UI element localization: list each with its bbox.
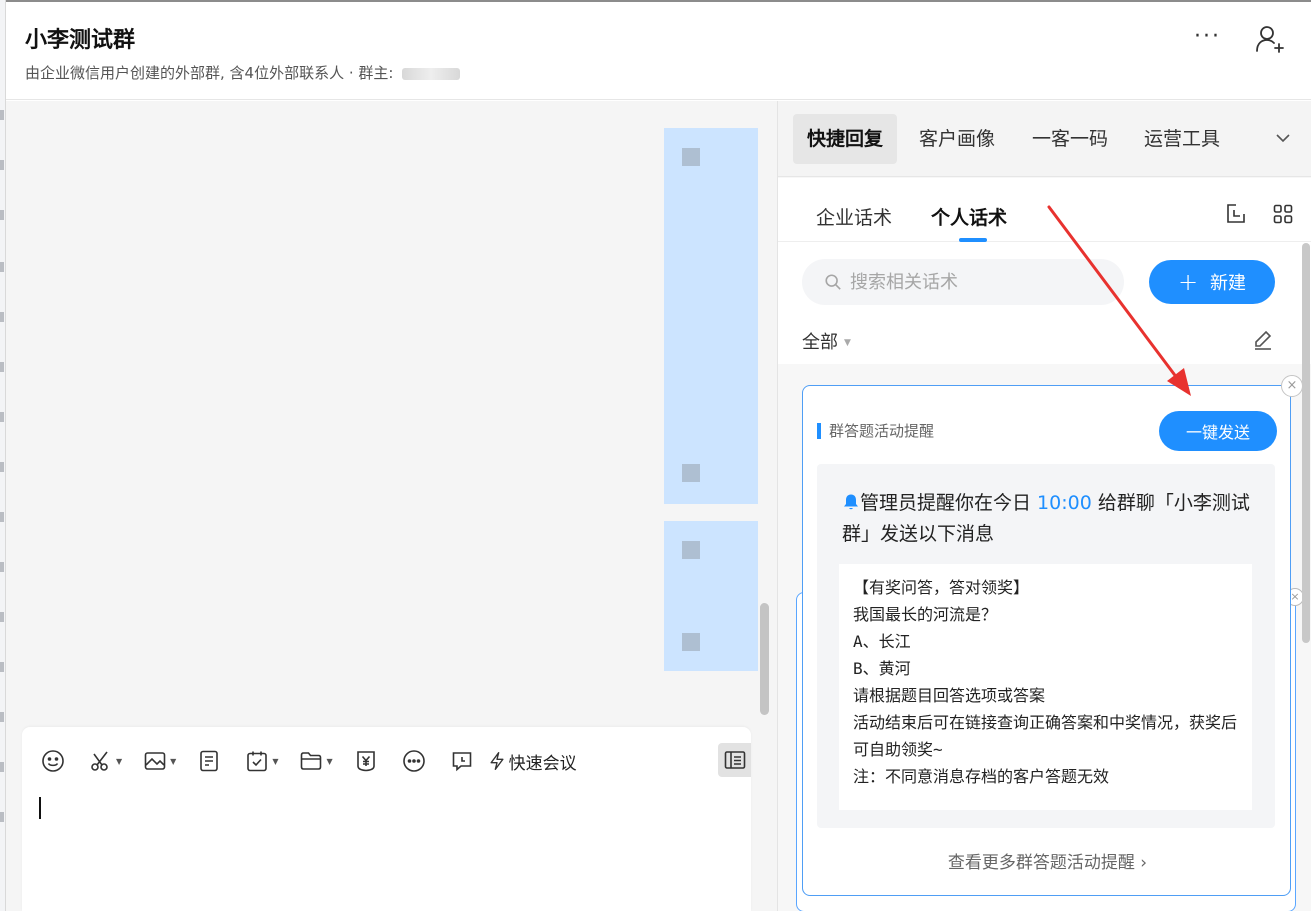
folder-dropdown-icon[interactable]: ▼ [326, 757, 332, 766]
script-card[interactable]: × 群答题活动提醒 一键发送 管理员提醒你在今日 10:00 给群聊「小李测试群… [802, 375, 1303, 896]
add-member-icon[interactable] [1254, 24, 1288, 54]
search-icon [825, 274, 841, 290]
composer-toolbar: ▼ ▼ ▼ ▼ 快速会议 [40, 747, 577, 775]
plus-icon: + [1177, 268, 1199, 296]
one-click-send-button[interactable]: 一键发送 [1159, 411, 1277, 451]
tab-operation-tools[interactable]: 运营工具 [1130, 114, 1234, 164]
screenshot-scissors-icon[interactable] [88, 748, 114, 774]
close-icon[interactable]: × [1281, 375, 1303, 397]
quick-meeting-button[interactable]: 快速会议 [487, 749, 577, 774]
export-icon[interactable] [1224, 202, 1248, 226]
chat-scrollbar[interactable] [760, 603, 769, 715]
tab-company-scripts[interactable]: 企业话术 [816, 203, 892, 230]
tab-customer-profile[interactable]: 客户画像 [905, 114, 1009, 164]
view-more-reminders-link[interactable]: 查看更多群答题活动提醒 › [803, 848, 1292, 873]
edit-pencil-icon[interactable] [1252, 328, 1274, 350]
payment-icon[interactable] [353, 748, 379, 774]
panel-top-tabs: 快捷回复 客户画像 一客一码 运营工具 [778, 101, 1311, 177]
group-title: 小李测试群 [25, 28, 136, 53]
image-icon[interactable] [142, 748, 168, 774]
chat-header: 小李测试群 由企业微信用户创建的外部群, 含4位外部联系人 · 群主: ··· [6, 0, 1311, 100]
more-options-button[interactable]: ··· [1194, 24, 1221, 49]
message-preview: 【有奖问答，答对领奖】 我国最长的河流是？ A、长江 B、黄河 请根据题目回答选… [839, 564, 1252, 810]
sidebar-panel-icon[interactable] [718, 743, 751, 777]
folder-icon[interactable] [298, 748, 324, 774]
right-side-panel: 快捷回复 客户画像 一客一码 运营工具 企业话术 个人话术 + 新建 全部▼ × [777, 101, 1311, 911]
feedback-icon[interactable] [449, 748, 475, 774]
tab-one-customer-one-code[interactable]: 一客一码 [1018, 114, 1122, 164]
panel-scrollbar[interactable] [1302, 243, 1310, 643]
search-input[interactable] [850, 271, 1110, 293]
search-box[interactable] [802, 259, 1124, 305]
group-subtitle: 由企业微信用户创建的外部群, 含4位外部联系人 · 群主: [25, 62, 461, 83]
grid-view-icon[interactable] [1271, 202, 1295, 226]
more-tools-icon[interactable] [401, 748, 427, 774]
emoji-icon[interactable] [40, 748, 66, 774]
dropdown-triangle-icon: ▼ [844, 338, 851, 348]
message-composer[interactable]: ▼ ▼ ▼ ▼ 快速会议 [22, 727, 751, 911]
script-sub-tabs: 企业话术 个人话术 [778, 178, 1311, 242]
screenshot-dropdown-icon[interactable]: ▼ [116, 757, 122, 766]
message-bubble[interactable] [664, 521, 758, 671]
reminder-time: 10:00 [1037, 492, 1092, 514]
image-dropdown-icon[interactable]: ▼ [170, 757, 176, 766]
category-filter-dropdown[interactable]: 全部 ▼ [802, 328, 851, 354]
tab-quick-reply[interactable]: 快捷回复 [793, 114, 898, 164]
schedule-dropdown-icon[interactable]: ▼ [272, 757, 278, 766]
message-preview-text: 【有奖问答，答对领奖】 我国最长的河流是？ A、长江 B、黄河 请根据题目回答选… [853, 578, 1238, 786]
new-script-button[interactable]: + 新建 [1149, 260, 1275, 304]
script-list: × × 群答题活动提醒 一键发送 管理员提醒你在今日 10:00 给群聊「小李测… [778, 364, 1311, 911]
message-bubble[interactable] [664, 128, 758, 504]
card-category-label: 群答题活动提醒 [817, 423, 934, 439]
bell-icon [844, 494, 858, 510]
owner-name-redacted [402, 67, 461, 80]
message-area[interactable] [6, 101, 777, 727]
document-icon[interactable] [196, 748, 222, 774]
tab-personal-scripts[interactable]: 个人话术 [931, 203, 1007, 242]
schedule-icon[interactable] [244, 748, 270, 774]
admin-reminder-text: 管理员提醒你在今日 10:00 给群聊「小李测试群」发送以下消息 [842, 492, 1250, 545]
text-cursor [39, 797, 41, 819]
card-content: 管理员提醒你在今日 10:00 给群聊「小李测试群」发送以下消息 【有奖问答，答… [817, 464, 1275, 828]
lightning-icon [490, 752, 504, 770]
chevron-down-icon[interactable] [1274, 129, 1292, 147]
search-row: + 新建 全部▼ [778, 242, 1311, 364]
